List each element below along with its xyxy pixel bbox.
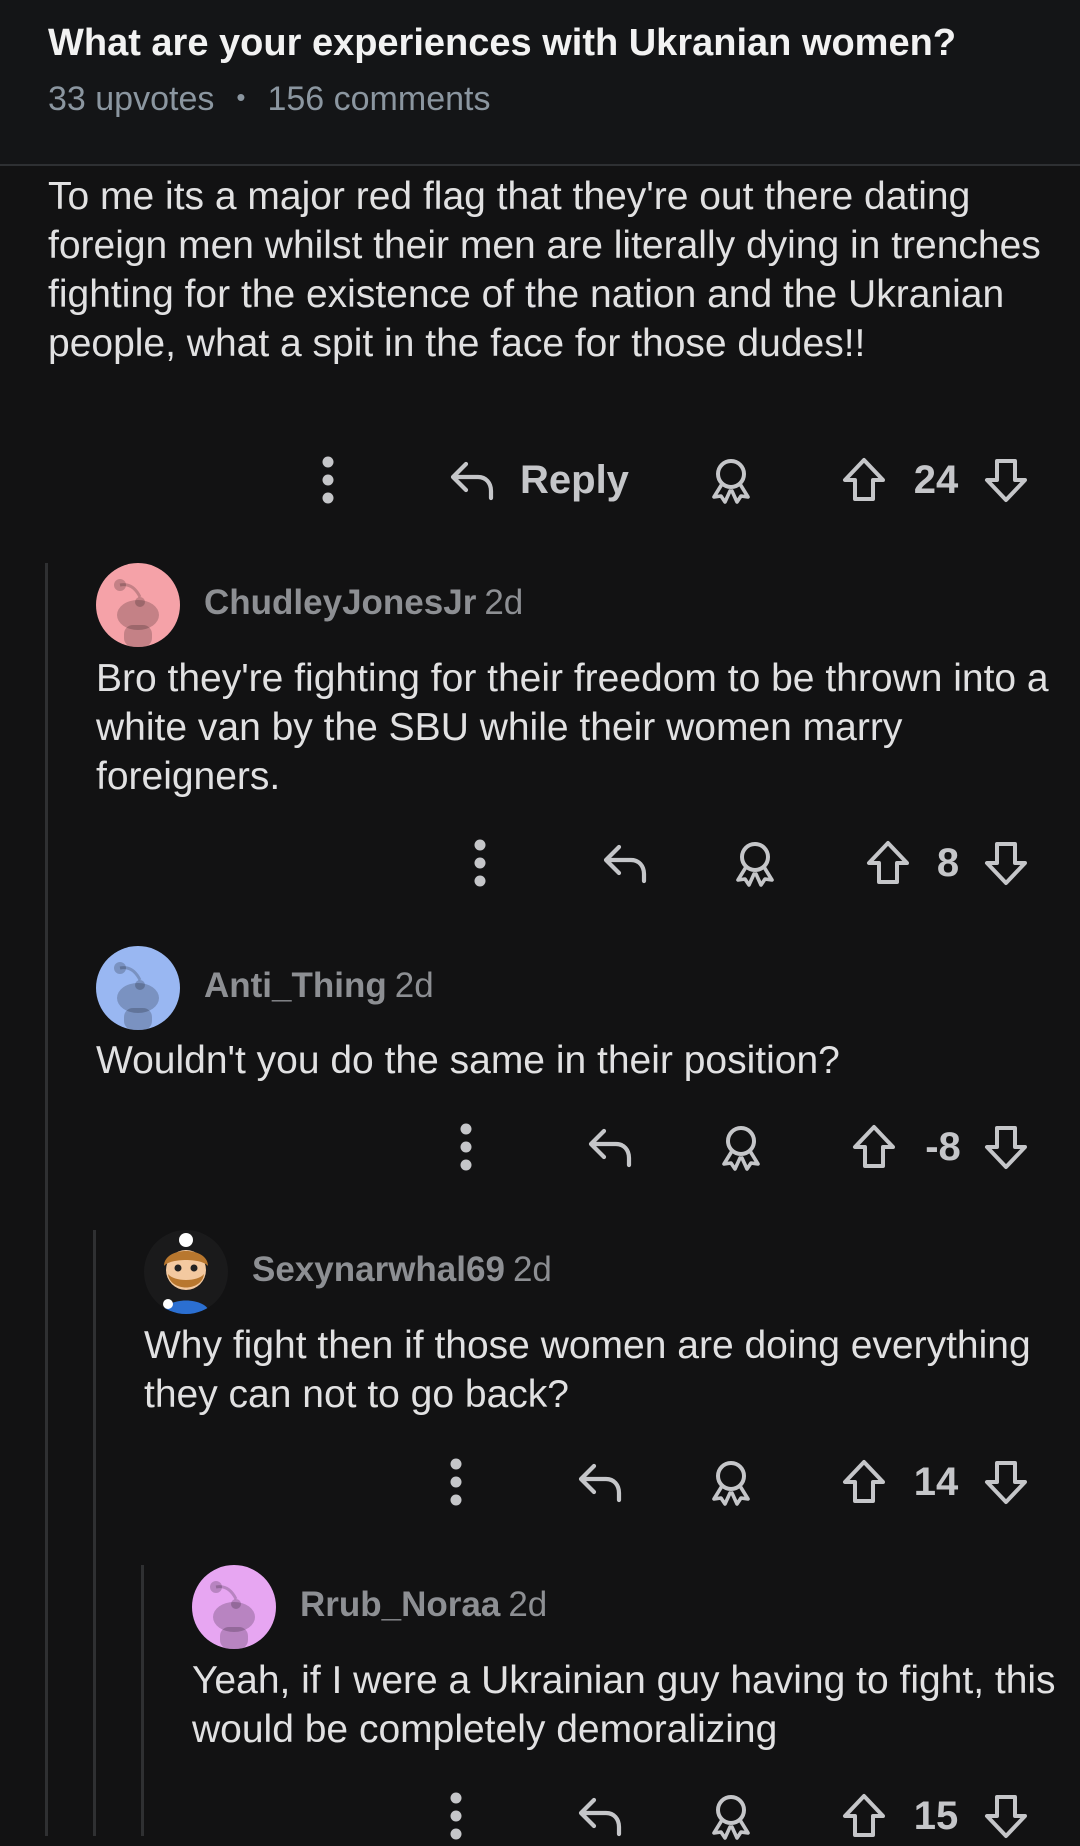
downvote-arrow-icon[interactable] (982, 833, 1030, 893)
reply-label: Reply (520, 457, 629, 502)
comment-age: 2d (484, 583, 524, 622)
avatar[interactable] (192, 1565, 276, 1649)
comment-action-bar: Reply 24 (0, 450, 1080, 510)
reply-arrow-icon (448, 456, 496, 504)
author-name[interactable]: ChudleyJonesJr (204, 583, 476, 622)
comment-count: 156 comments (267, 80, 491, 118)
comment-action-bar: 15 (0, 1786, 1080, 1846)
reply-arrow-icon[interactable] (576, 1452, 624, 1512)
award-icon[interactable] (707, 1452, 755, 1512)
upvote-count: 33 upvotes (48, 80, 215, 118)
more-options-icon[interactable] (456, 1117, 476, 1177)
award-icon[interactable] (707, 450, 755, 510)
avatar[interactable] (96, 563, 180, 647)
downvote-arrow-icon[interactable] (982, 1117, 1030, 1177)
vote-score: -8 (925, 1125, 961, 1169)
downvote-arrow-icon[interactable] (982, 1452, 1030, 1512)
more-options-icon[interactable] (470, 833, 490, 893)
comment-age: 2d (394, 966, 434, 1005)
author-name[interactable]: Anti_Thing (204, 966, 387, 1005)
reply-arrow-icon[interactable] (576, 1786, 624, 1846)
upvote-arrow-icon[interactable] (864, 833, 912, 893)
comment-author[interactable]: Sexynarwhal69 2d (252, 1250, 552, 1290)
vote-score: 24 (913, 458, 959, 502)
award-icon[interactable] (717, 1117, 765, 1177)
thread-line[interactable] (45, 563, 48, 1836)
upvote-arrow-icon[interactable] (840, 450, 888, 510)
vote-score: 14 (913, 1460, 959, 1504)
downvote-arrow-icon[interactable] (982, 1786, 1030, 1846)
award-icon[interactable] (707, 1786, 755, 1846)
downvote-arrow-icon[interactable] (982, 450, 1030, 510)
comment-action-bar: 14 (0, 1452, 1080, 1512)
separator-dot: • (236, 82, 246, 112)
vote-score: 15 (913, 1794, 959, 1838)
comment-body: Wouldn't you do the same in their positi… (96, 1039, 840, 1082)
avatar[interactable] (96, 946, 180, 1030)
award-icon[interactable] (731, 833, 779, 893)
comment-author[interactable]: Anti_Thing 2d (204, 966, 434, 1006)
comment-author[interactable]: ChudleyJonesJr 2d (204, 583, 523, 623)
comment-author[interactable]: Rrub_Noraa 2d (300, 1585, 547, 1625)
vote-score: 8 (936, 841, 960, 885)
reply-arrow-icon[interactable] (601, 833, 649, 893)
comment-body: Bro they're fighting for their freedom t… (96, 657, 1049, 798)
comment-action-bar: 8 (0, 833, 1080, 893)
comment-age: 2d (508, 1585, 548, 1624)
upvote-arrow-icon[interactable] (840, 1786, 888, 1846)
more-options-icon[interactable] (446, 1452, 466, 1512)
thread-line[interactable] (93, 1230, 96, 1836)
more-options-icon[interactable] (318, 450, 338, 510)
reply-arrow-icon[interactable] (586, 1117, 634, 1177)
author-name[interactable]: Rrub_Noraa (300, 1585, 500, 1624)
comment-action-bar: -8 (0, 1117, 1080, 1177)
comment-body: To me its a major red flag that they're … (48, 175, 1041, 365)
post-stats: 33 upvotes • 156 comments (48, 80, 490, 119)
post-header[interactable]: What are your experiences with Ukranian … (0, 0, 1080, 166)
comment-body: Yeah, if I were a Ukrainian guy having t… (192, 1659, 1056, 1751)
more-options-icon[interactable] (446, 1786, 466, 1846)
avatar[interactable] (144, 1230, 228, 1314)
comment-age: 2d (512, 1250, 552, 1289)
comment-body: Why fight then if those women are doing … (144, 1324, 1031, 1416)
post-title: What are your experiences with Ukranian … (48, 22, 957, 64)
upvote-arrow-icon[interactable] (850, 1117, 898, 1177)
reply-button[interactable]: Reply (448, 450, 629, 510)
upvote-arrow-icon[interactable] (840, 1452, 888, 1512)
author-name[interactable]: Sexynarwhal69 (252, 1250, 505, 1289)
